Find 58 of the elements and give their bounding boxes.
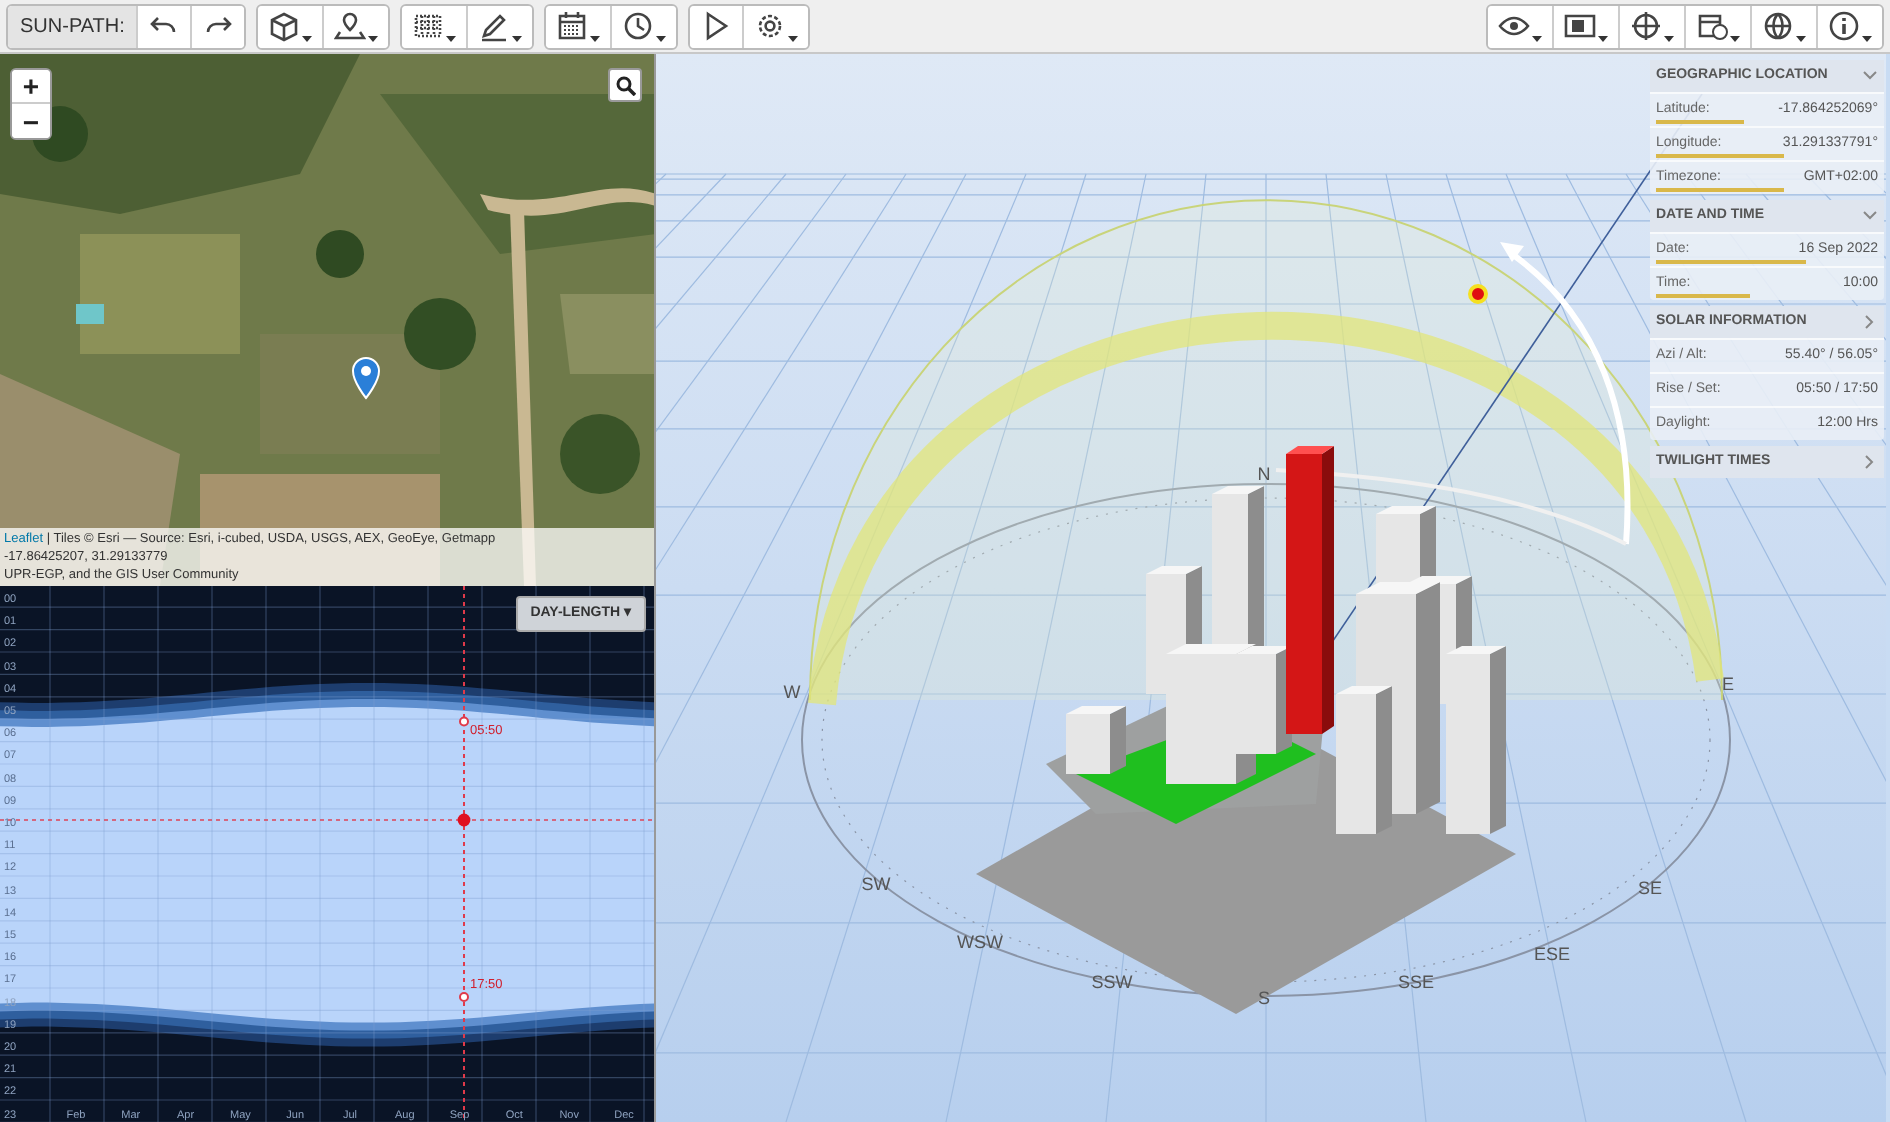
search-icon	[615, 75, 635, 95]
toolbar-button[interactable]	[1752, 5, 1818, 47]
frame-icon	[1564, 10, 1596, 42]
cube-icon	[268, 10, 301, 42]
search-button[interactable]	[608, 68, 642, 102]
toolbar-button[interactable]	[258, 5, 325, 47]
toolbar-button[interactable]	[1818, 5, 1882, 47]
toolbar-button[interactable]	[468, 5, 533, 47]
settings-icon	[754, 10, 787, 42]
caret-icon	[368, 35, 379, 41]
toolbar-button[interactable]	[1620, 5, 1686, 47]
caret-icon	[512, 35, 523, 41]
caret-icon	[1730, 35, 1740, 41]
map-marker-icon	[350, 356, 382, 400]
toolbar-button[interactable]	[402, 5, 469, 47]
toolbar-title: SUN-PATH:	[8, 5, 139, 47]
calendar-clock-icon	[1696, 10, 1728, 42]
compass-label: SSW	[1091, 972, 1133, 992]
caret-icon	[446, 35, 457, 41]
toolbar-button[interactable]	[546, 5, 613, 47]
compass-label: ESE	[1534, 944, 1570, 964]
caret-icon	[590, 35, 601, 41]
crosshair-globe-icon	[1630, 10, 1662, 42]
pencil-icon	[478, 10, 511, 42]
map-pin-icon	[334, 10, 367, 42]
caret-icon	[1862, 35, 1872, 41]
info-icon	[1828, 10, 1860, 42]
caret-icon	[788, 35, 799, 41]
compass-label: SSE	[1398, 972, 1434, 992]
caret-icon	[656, 35, 667, 41]
calendar-icon	[556, 10, 589, 42]
caret-icon	[1532, 35, 1542, 41]
toolbar-button[interactable]	[1686, 5, 1752, 47]
sun-icon	[1468, 284, 1488, 304]
compass-label: E	[1722, 674, 1734, 694]
compass-label: N	[1257, 464, 1271, 484]
caret-icon	[1598, 35, 1608, 41]
globe-icon	[1762, 10, 1794, 42]
toolbar-button[interactable]	[690, 5, 745, 47]
zoom-in-button[interactable]: +	[12, 70, 50, 104]
compass-label: SE	[1638, 878, 1662, 898]
compass-label: WSW	[957, 932, 1003, 952]
caret-icon	[1796, 35, 1806, 41]
grid-icon	[412, 10, 445, 42]
sunset-marker	[459, 991, 469, 1002]
toolbar-button[interactable]	[324, 5, 389, 47]
compass-label: W	[783, 682, 801, 702]
caret-icon	[1664, 35, 1674, 41]
compass-label: S	[1258, 988, 1270, 1008]
caret-icon	[302, 35, 313, 41]
toolbar-button[interactable]	[1488, 5, 1554, 47]
compass-label: SW	[861, 874, 891, 894]
toolbar-button[interactable]	[744, 5, 809, 47]
toolbar-button[interactable]	[612, 5, 677, 47]
sunrise-marker	[459, 716, 469, 727]
current-time-marker	[457, 813, 471, 827]
toolbar-button[interactable]	[1554, 5, 1620, 47]
clock-icon	[622, 10, 655, 42]
